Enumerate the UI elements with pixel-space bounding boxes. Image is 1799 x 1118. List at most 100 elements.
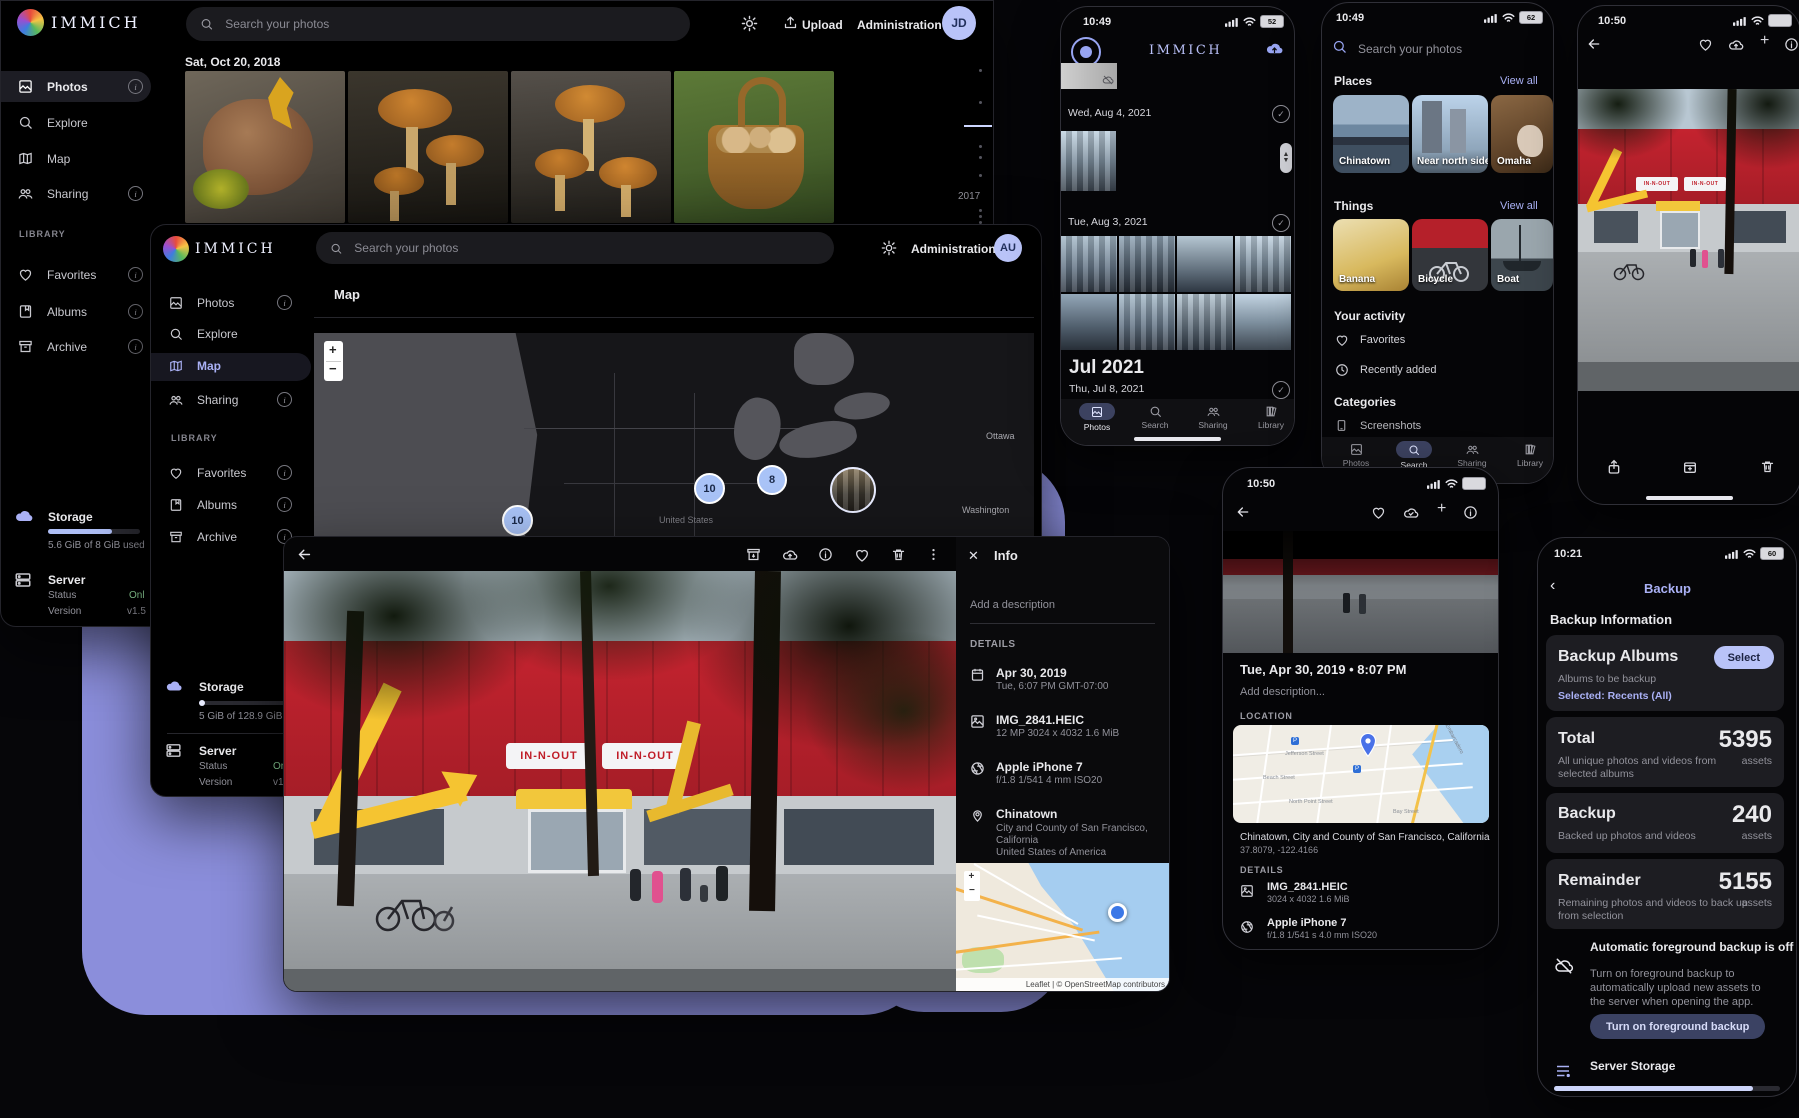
photo-thumb[interactable] [1061,236,1117,292]
photo-thumb-partial[interactable] [1061,63,1117,89]
add-plus-icon[interactable]: + [1760,31,1769,51]
sidebar-item-favorites[interactable]: Favorites i [169,465,292,480]
sidebar-item-sharing[interactable]: Sharing i [169,392,292,407]
nav-library[interactable]: Library [1507,443,1553,468]
trash-icon[interactable] [1760,459,1775,474]
map-photo-marker[interactable] [830,467,876,513]
share-icon[interactable] [1606,459,1622,475]
theme-toggle-sun-icon[interactable] [741,15,758,32]
sidebar-item-map-active[interactable]: Map [169,359,292,373]
back-chevron-icon[interactable]: ‹ [1550,576,1555,596]
photo-thumb[interactable] [1235,294,1291,350]
add-plus-icon[interactable]: + [1437,499,1446,519]
zoom-out-button[interactable]: − [329,361,337,377]
search-input[interactable] [352,240,820,256]
search-input[interactable] [223,16,676,32]
category-screenshots[interactable]: Screenshots [1360,420,1421,434]
more-options-kebab-icon[interactable] [926,547,941,562]
nav-search[interactable]: Search [1132,405,1178,430]
photo-in-n-out[interactable]: IN-N-OUT IN-N-OUT [1578,89,1799,391]
thing-card-boat[interactable]: Boat [1491,219,1553,291]
select-day-check[interactable]: ✓ [1272,381,1290,399]
nav-sharing[interactable]: Sharing [1449,443,1495,468]
thing-card-banana[interactable]: Banana [1333,219,1409,291]
map-zoom-control[interactable]: + − [324,341,343,381]
zoom-in-button[interactable]: + [329,342,337,358]
viewer-photo[interactable]: IN-N-OUT IN-N-OUT [284,571,956,991]
sidebar-item-archive[interactable]: Archive i [18,339,143,354]
photo-mushroom-basket[interactable] [674,71,834,223]
sidebar-item-explore[interactable]: Explore [169,327,292,341]
back-arrow-icon[interactable] [1235,504,1251,520]
add-description-field[interactable]: Add description... [1240,686,1325,700]
map-cluster-marker[interactable]: 8 [757,465,787,495]
thing-card-bicycle[interactable]: Bicycle [1412,219,1488,291]
select-day-check[interactable]: ✓ [1272,105,1290,123]
sidebar-item-explore[interactable]: Explore [18,115,143,130]
search-bar[interactable] [186,7,690,41]
nav-sharing[interactable]: Sharing [1190,405,1236,430]
map-cluster-marker[interactable]: 10 [502,505,533,536]
location-map[interactable]: The Embarcadero Jefferson Street Beach S… [1233,725,1489,823]
favorite-heart-icon[interactable] [854,547,870,563]
timeline-drag-scrubber[interactable]: ▲▼ [1280,143,1292,173]
sidebar-item-albums[interactable]: Albums i [18,304,143,319]
close-icon[interactable]: ✕ [968,548,979,564]
select-day-check[interactable]: ✓ [1272,214,1290,232]
select-button[interactable]: Select [1714,646,1774,669]
favorite-heart-icon[interactable] [1698,37,1713,52]
trash-icon[interactable] [891,547,906,562]
photo-mushroom-2[interactable] [348,71,508,223]
backup-cloud-icon[interactable] [1265,39,1284,58]
add-description-field[interactable]: Add a description [970,599,1055,613]
photo-mushroom-3[interactable] [511,71,671,223]
archive-icon[interactable] [746,547,761,562]
nav-library[interactable]: Library [1248,405,1294,430]
search-bar[interactable] [316,232,834,264]
info-mini-map[interactable]: + − Leaflet | © OpenStreetMap contributo… [956,863,1169,991]
map-cluster-marker[interactable]: 10 [694,473,725,504]
activity-recently-added[interactable]: Recently added [1360,364,1436,378]
info-icon[interactable] [1463,505,1478,520]
cloud-upload-icon[interactable] [1728,37,1744,53]
photo-thumb[interactable] [1061,294,1117,350]
upload-button[interactable]: Upload [802,18,843,33]
sidebar-item-archive[interactable]: Archive i [169,529,292,544]
user-avatar[interactable]: AU [994,234,1022,262]
place-card-chinatown[interactable]: Chinatown [1333,95,1409,173]
photo-thumb[interactable] [1061,131,1116,191]
sidebar-item-map[interactable]: Map [18,151,143,166]
sidebar-item-sharing[interactable]: Sharing i [18,186,143,201]
back-arrow-icon[interactable] [1586,36,1602,52]
things-view-all[interactable]: View all [1500,200,1538,214]
sidebar-item-albums[interactable]: Albums i [169,497,292,512]
photo-thumb[interactable] [1177,294,1233,350]
activity-favorites[interactable]: Favorites [1360,334,1405,348]
photo-thumb[interactable] [1177,236,1233,292]
timeline-scrubber-handle[interactable] [964,125,992,127]
theme-toggle-sun-icon[interactable] [881,240,897,256]
photo-thumb[interactable] [1235,236,1291,292]
user-avatar[interactable]: JD [942,6,976,40]
place-card-omaha[interactable]: Omaha [1491,95,1553,173]
cloud-upload-icon[interactable] [782,547,798,563]
upload-icon[interactable] [783,15,798,30]
administration-link[interactable]: Administration [911,242,996,257]
sidebar-item-favorites[interactable]: Favorites i [18,267,143,282]
photo-thumb[interactable] [1119,236,1175,292]
info-icon[interactable] [1784,37,1799,52]
sidebar-item-photos[interactable]: Photos i [169,295,292,310]
info-icon[interactable] [818,547,833,562]
photo-strip[interactable] [1223,531,1498,653]
cloud-check-icon[interactable] [1403,505,1419,521]
back-arrow-icon[interactable] [296,546,313,563]
favorite-heart-icon[interactable] [1371,505,1386,520]
photo-thumb[interactable] [1119,294,1175,350]
nav-search-active[interactable]: Search [1391,441,1437,470]
administration-link[interactable]: Administration [857,18,942,33]
place-card-near-north-side[interactable]: Near north side [1412,95,1488,173]
archive-add-icon[interactable] [1682,459,1698,475]
places-view-all[interactable]: View all [1500,75,1538,89]
nav-photos-active[interactable]: Photos [1074,403,1120,432]
photo-mushroom-1[interactable] [185,71,345,223]
